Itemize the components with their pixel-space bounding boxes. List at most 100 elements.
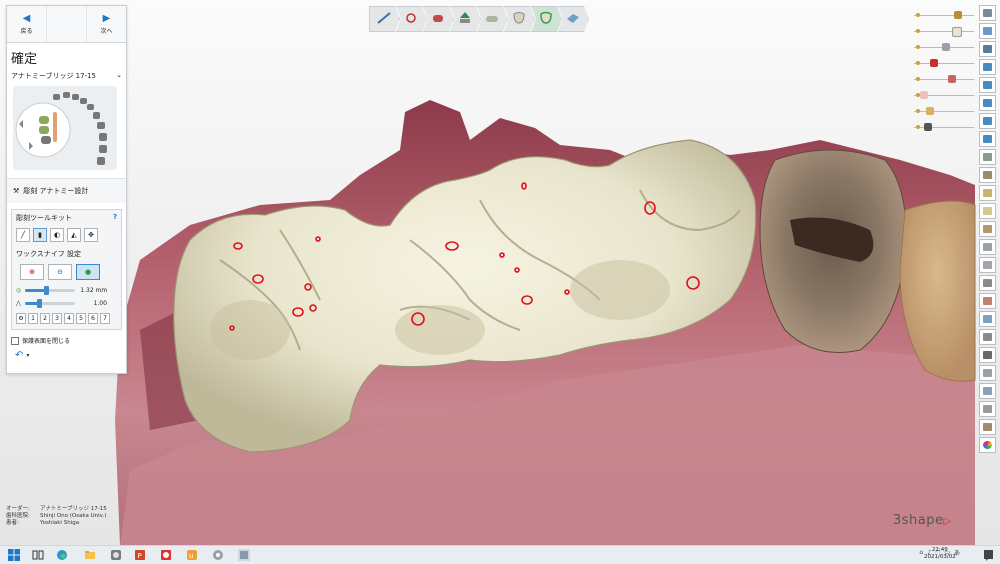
svg-text:P: P xyxy=(138,552,142,560)
view-front-button[interactable] xyxy=(979,77,996,93)
view-left-button[interactable] xyxy=(979,113,996,129)
tray-network-icon[interactable]: ⌂ xyxy=(919,549,923,556)
undo-button[interactable]: ↶ ▾ xyxy=(7,347,126,364)
preset-button[interactable]: 3 xyxy=(52,313,62,324)
task-view-icon[interactable] xyxy=(32,549,44,561)
tools-button[interactable] xyxy=(979,419,996,435)
clip-plane-icon xyxy=(983,153,992,161)
visibility-slider[interactable] xyxy=(912,121,976,137)
visibility-slider[interactable] xyxy=(912,9,976,25)
preset-button[interactable]: 4 xyxy=(64,313,74,324)
preset-button[interactable]: 6 xyxy=(88,313,98,324)
protect-checkbox[interactable] xyxy=(11,336,19,345)
sculpt-section-header[interactable]: ⚒ 彫刻 アナトミー設計 xyxy=(7,178,126,203)
model-icon xyxy=(954,11,962,19)
gingiva-button[interactable] xyxy=(979,293,996,309)
preset-settings-icon[interactable]: ⚙ xyxy=(16,313,26,324)
strength-slider[interactable] xyxy=(24,299,75,308)
settings-button[interactable] xyxy=(979,401,996,417)
radius-slider[interactable] xyxy=(25,286,76,295)
dental-system-icon[interactable] xyxy=(238,549,250,561)
view-top-button[interactable] xyxy=(979,59,996,75)
preset-button[interactable]: 5 xyxy=(76,313,86,324)
preset-button[interactable]: 2 xyxy=(40,313,50,324)
clip-plane-button[interactable] xyxy=(979,149,996,165)
undo-icon: ↶ xyxy=(15,350,24,361)
file-explorer-icon[interactable] xyxy=(84,549,96,561)
step-connector[interactable] xyxy=(477,6,508,32)
morph-tool[interactable]: ◭ xyxy=(67,228,81,242)
step-margin-line[interactable] xyxy=(369,6,400,32)
protect-surface-option[interactable]: 保護表面を閉じる xyxy=(7,330,126,347)
insertion-direction-icon xyxy=(406,13,416,23)
workflow-select[interactable]: アナトミーブリッジ 17-15 ⌄ xyxy=(7,69,126,83)
smooth-tool[interactable]: ◐ xyxy=(50,228,64,242)
tooth-chart[interactable] xyxy=(13,86,117,170)
visibility-slider[interactable] xyxy=(912,25,976,41)
crown-button[interactable] xyxy=(979,185,996,201)
help-icon[interactable]: ? xyxy=(113,213,117,223)
next-button[interactable]: ▶ 次へ xyxy=(86,6,126,42)
notification-icon[interactable] xyxy=(983,549,994,561)
add-remove-tool[interactable]: ▮ xyxy=(33,228,47,242)
undo-dropdown-icon[interactable]: ▾ xyxy=(26,352,29,359)
windows-start-icon[interactable] xyxy=(8,549,20,561)
surface-button[interactable] xyxy=(979,275,996,291)
app-orange-icon[interactable]: u xyxy=(186,549,198,561)
measure-icon xyxy=(983,171,992,179)
dental-model-render[interactable] xyxy=(0,0,1000,545)
camera-button[interactable] xyxy=(979,41,996,57)
step-sculpt[interactable] xyxy=(531,6,562,32)
3d-viewport[interactable] xyxy=(0,0,1000,545)
step-insertion-direction[interactable] xyxy=(396,6,427,32)
gingiva-icon xyxy=(983,297,992,305)
app-red-icon[interactable] xyxy=(160,549,172,561)
visibility-slider[interactable] xyxy=(912,73,976,89)
down-arrow-icon xyxy=(983,369,992,377)
edge-icon[interactable] xyxy=(56,549,68,561)
preset-button[interactable]: 7 xyxy=(100,313,110,324)
texture-button[interactable] xyxy=(979,311,996,327)
screenshot-button[interactable] xyxy=(979,329,996,345)
step-finish[interactable] xyxy=(558,6,589,32)
wax-knife-tool[interactable]: ╱ xyxy=(16,228,30,242)
remove-mode-button[interactable]: ⊖ xyxy=(48,264,72,280)
visibility-slider[interactable] xyxy=(912,105,976,121)
visibility-slider[interactable] xyxy=(912,57,976,73)
preset-button[interactable]: 1 xyxy=(28,313,38,324)
link-button[interactable] xyxy=(979,383,996,399)
step-tooth-design[interactable] xyxy=(450,6,481,32)
chevron-down-icon: ⌄ xyxy=(116,71,122,79)
app-gray-icon[interactable] xyxy=(212,549,224,561)
record-button[interactable] xyxy=(979,347,996,363)
die-icon xyxy=(926,107,934,115)
scan-button[interactable] xyxy=(979,239,996,255)
back-button[interactable]: ◀ 戻る xyxy=(7,6,46,42)
mesh-button[interactable] xyxy=(979,257,996,273)
occlusion-button[interactable] xyxy=(979,203,996,219)
fit-view-button[interactable] xyxy=(979,5,996,21)
panel-title: 確定 xyxy=(11,52,38,67)
order-value: アナトミーブリッジ 17-15 xyxy=(40,506,107,512)
zoom-button[interactable] xyxy=(979,23,996,39)
visibility-slider[interactable] xyxy=(912,41,976,57)
view-back-button[interactable] xyxy=(979,95,996,111)
clock[interactable]: 22:49 2021/03/02 xyxy=(924,547,956,561)
add-mode-button[interactable]: ⊕ xyxy=(20,264,44,280)
powerpoint-icon[interactable]: P xyxy=(134,549,146,561)
step-abutment[interactable] xyxy=(423,6,454,32)
brush-icon: ▮ xyxy=(38,231,42,239)
arrow-left-icon: ◀ xyxy=(22,12,31,24)
app-icon[interactable] xyxy=(110,549,122,561)
view-right-button[interactable] xyxy=(979,131,996,147)
smooth-mode-button[interactable]: ● xyxy=(76,264,100,280)
visibility-slider[interactable] xyxy=(912,89,976,105)
measure-button[interactable] xyxy=(979,167,996,183)
settings-icon xyxy=(983,405,992,413)
next-label: 次へ xyxy=(100,27,113,35)
step-anatomy[interactable] xyxy=(504,6,535,32)
transform-tool[interactable]: ✥ xyxy=(84,228,98,242)
cross-section-button[interactable] xyxy=(979,221,996,237)
down-arrow-button[interactable] xyxy=(979,365,996,381)
color-button[interactable] xyxy=(979,437,996,453)
